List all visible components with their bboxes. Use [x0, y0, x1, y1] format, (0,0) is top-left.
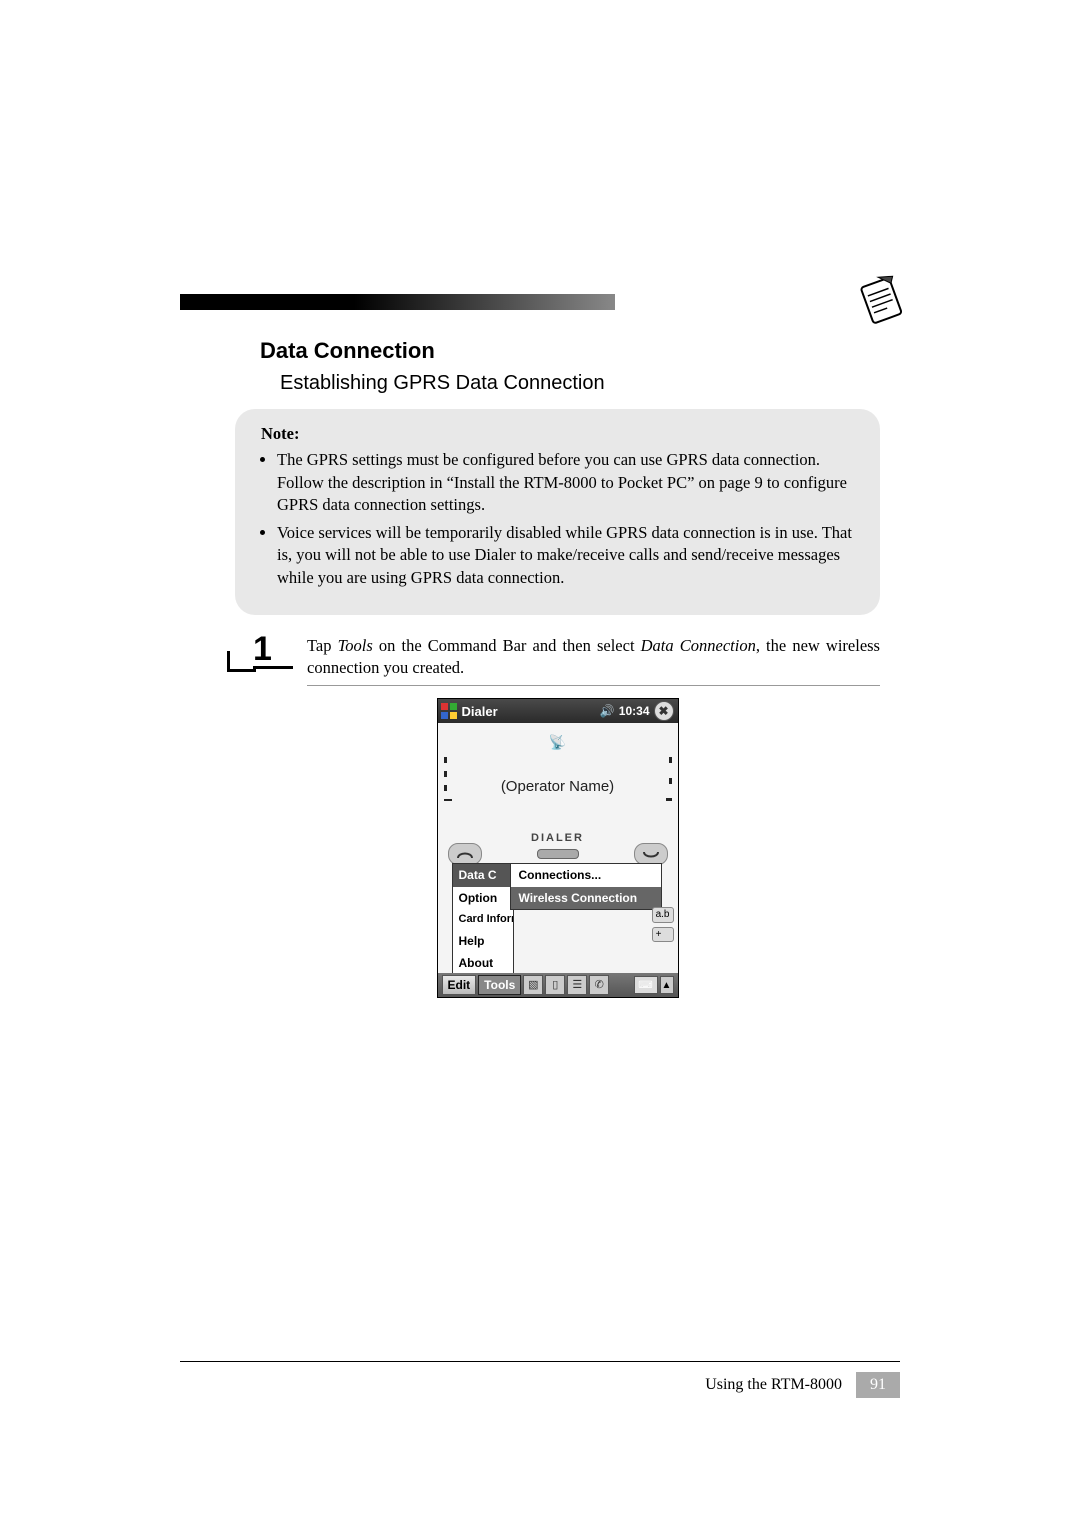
header-note-icon — [850, 270, 910, 330]
step-1: 1 Tap Tools on the Command Bar and then … — [235, 635, 880, 999]
ppc-body: 📡 (Operator Name) DIALER — [438, 723, 678, 973]
cmd-tools-button[interactable]: Tools — [478, 975, 521, 995]
pocketpc-screenshot: Dialer 🔊 10:34 ✖ 📡 (Operator Name) DIALE… — [437, 698, 679, 998]
keypad-hint-icons: a.b + — [652, 907, 674, 942]
antenna-icon: 📡 — [549, 733, 566, 752]
emphasis-tools: Tools — [338, 636, 373, 655]
submenu-item-wireless-connection[interactable]: Wireless Connection — [511, 887, 661, 909]
cmd-icon-1[interactable]: ▧ — [523, 975, 543, 995]
sip-up-icon[interactable]: ▲ — [660, 976, 674, 994]
abc-badge: a.b — [652, 907, 674, 923]
slider-icon[interactable] — [537, 849, 579, 859]
hangup-icon[interactable] — [634, 843, 668, 865]
menu-item-about[interactable]: About — [453, 952, 513, 974]
cmd-icon-4[interactable]: ✆ — [589, 975, 609, 995]
cmd-edit-button[interactable]: Edit — [442, 975, 477, 995]
call-icon[interactable] — [448, 843, 482, 865]
emphasis-data-connection: Data Connection — [641, 636, 756, 655]
note-item: The GPRS settings must be configured bef… — [277, 449, 854, 516]
data-connection-submenu: Connections... Wireless Connection — [510, 863, 662, 909]
page-number: 91 — [856, 1372, 900, 1398]
menu-item-option[interactable]: Option — [453, 887, 513, 909]
tools-menu: Data C Option Card Information... Help A… — [452, 863, 514, 973]
speaker-icon[interactable]: 🔊 — [600, 703, 615, 719]
footer-text: Using the RTM-8000 — [705, 1376, 842, 1394]
menu-item-data-connection[interactable]: Data C — [453, 864, 513, 886]
menu-item-help[interactable]: Help — [453, 930, 513, 952]
section-title: Data Connection — [260, 338, 910, 364]
note-item: Voice services will be temporarily disab… — [277, 522, 854, 589]
ppc-clock: 10:34 — [619, 703, 650, 719]
keyboard-icon[interactable]: ⌨ — [634, 976, 658, 994]
page-content: Data Connection Establishing GPRS Data C… — [180, 50, 910, 1450]
menu-item-card-info[interactable]: Card Information... — [453, 909, 513, 930]
call-controls — [448, 843, 668, 865]
ppc-app-title: Dialer — [462, 703, 596, 721]
operator-name: (Operator Name) — [438, 777, 678, 797]
step-number-marker: 1 — [233, 627, 285, 679]
subsection-title: Establishing GPRS Data Connection — [280, 372, 910, 395]
page-footer: Using the RTM-8000 91 — [180, 1361, 900, 1398]
plus-badge: + — [652, 927, 674, 943]
note-box: Note: The GPRS settings must be configur… — [235, 409, 880, 615]
start-icon[interactable] — [440, 702, 458, 720]
cmd-icon-2[interactable]: ▯ — [545, 975, 565, 995]
cmd-icon-3[interactable]: ☰ — [567, 975, 587, 995]
ppc-command-bar: Edit Tools ▧ ▯ ☰ ✆ ⌨ ▲ — [438, 973, 678, 997]
header-gradient — [180, 294, 615, 310]
header-bar — [180, 280, 910, 320]
note-label: Note: — [261, 423, 854, 445]
step-text: Tap Tools on the Command Bar and then se… — [307, 635, 880, 687]
ppc-titlebar: Dialer 🔊 10:34 ✖ — [438, 699, 678, 723]
close-icon[interactable]: ✖ — [654, 701, 674, 721]
submenu-item-connections[interactable]: Connections... — [511, 864, 661, 886]
